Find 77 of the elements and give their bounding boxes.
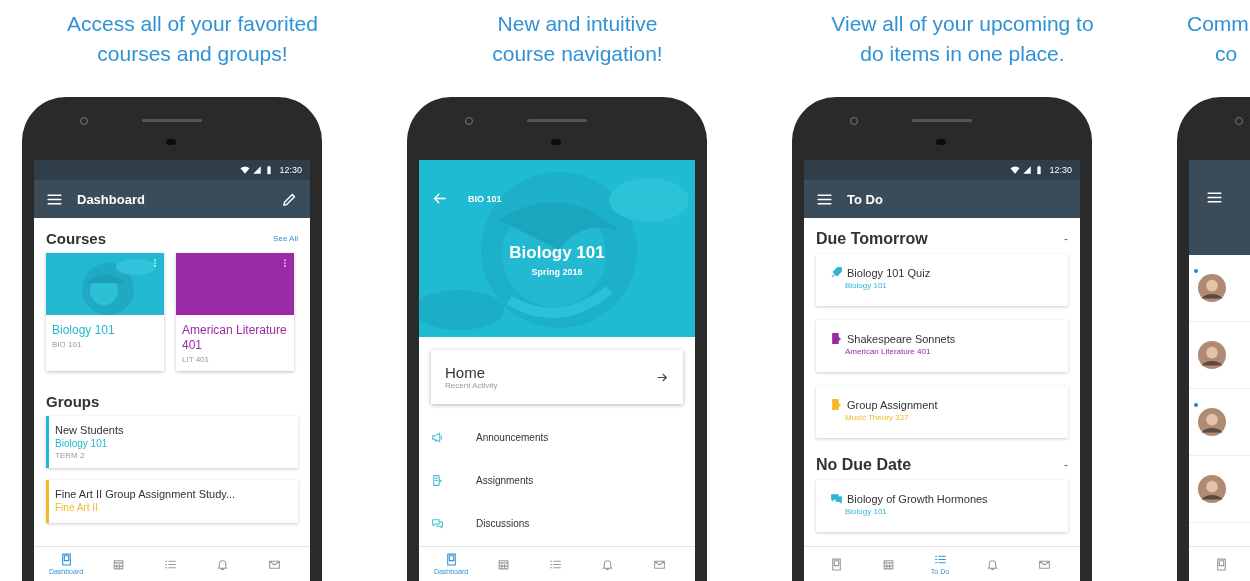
todo-card[interactable]: Group Assignment Music Theory 337 [816, 386, 1068, 438]
megaphone-icon [431, 431, 444, 444]
speaker-slot [912, 119, 972, 122]
course-name: American Literature 401 [181, 322, 288, 354]
todo-course: American Literature 401 [844, 347, 932, 356]
course-title: Biology 101 [509, 243, 605, 263]
course-term: Spring 2016 [531, 267, 583, 277]
document-icon [431, 474, 444, 487]
todo-title: Group Assignment [847, 398, 938, 411]
caption-line: Access all of your favorited [67, 11, 318, 37]
group-card[interactable]: Fine Art II Group Assignment Study... Fine Art II [46, 480, 298, 523]
navigation-item[interactable]: Announcements [419, 416, 695, 459]
tablet-icon [1214, 557, 1228, 571]
chat-icon [431, 517, 444, 530]
todo-title: Biology 101 Quiz [847, 266, 931, 279]
bell-icon [985, 557, 999, 571]
group-course: Biology 101 [55, 438, 109, 449]
todo-title: Biology of Growth Hormones [847, 492, 988, 505]
section-heading: Due Tomorrow [816, 230, 928, 248]
caption-line: Comm [1186, 11, 1249, 37]
home-subtitle: Recent Activity [445, 381, 498, 390]
caption-line: do items in one place. [860, 41, 1065, 67]
todo-card[interactable]: Shakespeare Sonnets American Literature 401 [816, 320, 1068, 372]
todo-course: Biology 101 [844, 507, 888, 516]
todo-title: Shakespeare Sonnets [847, 332, 956, 345]
calendar-icon [111, 557, 125, 571]
avatar-icon [1198, 274, 1226, 302]
collapse-toggle[interactable]: - [1064, 232, 1068, 246]
todo-card[interactable]: Biology of Growth Hormones Biology 101 [816, 480, 1068, 532]
status-time: 12:30 [1049, 165, 1072, 175]
home-card[interactable]: Home Recent Activity [431, 350, 683, 404]
course-code: LIT 401 [181, 355, 210, 364]
signal-icon [252, 165, 263, 175]
todo-card[interactable]: Biology 101 Quiz Biology 101 [816, 254, 1068, 306]
section-heading: No Due Date [816, 456, 912, 474]
see-all-link[interactable]: See All [273, 234, 298, 243]
collapse-toggle[interactable]: - [1064, 458, 1068, 472]
course-code: BIO 101 [468, 193, 502, 204]
todo-course: Biology 101 [844, 281, 888, 290]
tablet-icon [59, 553, 73, 566]
section-heading: Courses [46, 230, 107, 247]
list-icon [933, 553, 947, 566]
calendar-icon [496, 557, 510, 571]
course-code: BIO 101 [51, 340, 83, 349]
caption-line: courses and groups! [97, 41, 288, 67]
calendar-icon [881, 557, 895, 571]
section-heading: Groups [46, 393, 100, 410]
avatar-icon [1198, 475, 1226, 503]
group-name: New Students [55, 424, 125, 436]
toolbar-title: Dashboard [77, 191, 145, 207]
bell-icon [215, 557, 229, 571]
course-name: Biology 101 [51, 322, 116, 339]
group-name: Fine Art II Group Assignment Study... [55, 488, 237, 500]
todo-course: Music Theory 337 [844, 413, 910, 422]
course-card[interactable]: American Literature 401 LIT 401 [176, 253, 294, 371]
group-card[interactable]: New Students Biology 101 TERM 2 [46, 416, 298, 468]
caption-line: New and intuitive [497, 11, 658, 37]
toolbar-title: To Do [847, 191, 883, 207]
caption-line: course navigation! [492, 41, 663, 67]
caption-line: co [1214, 41, 1238, 67]
group-term: TERM 2 [55, 451, 86, 460]
group-course: Fine Art II [55, 502, 99, 513]
wifi-icon [1010, 165, 1021, 175]
speaker-slot [142, 119, 202, 122]
bell-icon [600, 557, 614, 571]
home-title: Home [445, 364, 486, 381]
avatar-icon [1198, 341, 1226, 369]
status-time: 12:30 [279, 165, 302, 175]
avatar-icon [1198, 408, 1226, 436]
tablet-icon [444, 553, 458, 566]
wifi-icon [240, 165, 251, 175]
caption-line: View all of your upcoming to [831, 11, 1094, 37]
signal-icon [1022, 165, 1033, 175]
speaker-slot [527, 119, 587, 122]
navigation-item[interactable]: Discussions [419, 502, 695, 545]
tablet-icon [829, 557, 843, 571]
navigation-item[interactable]: Assignments [419, 459, 695, 502]
